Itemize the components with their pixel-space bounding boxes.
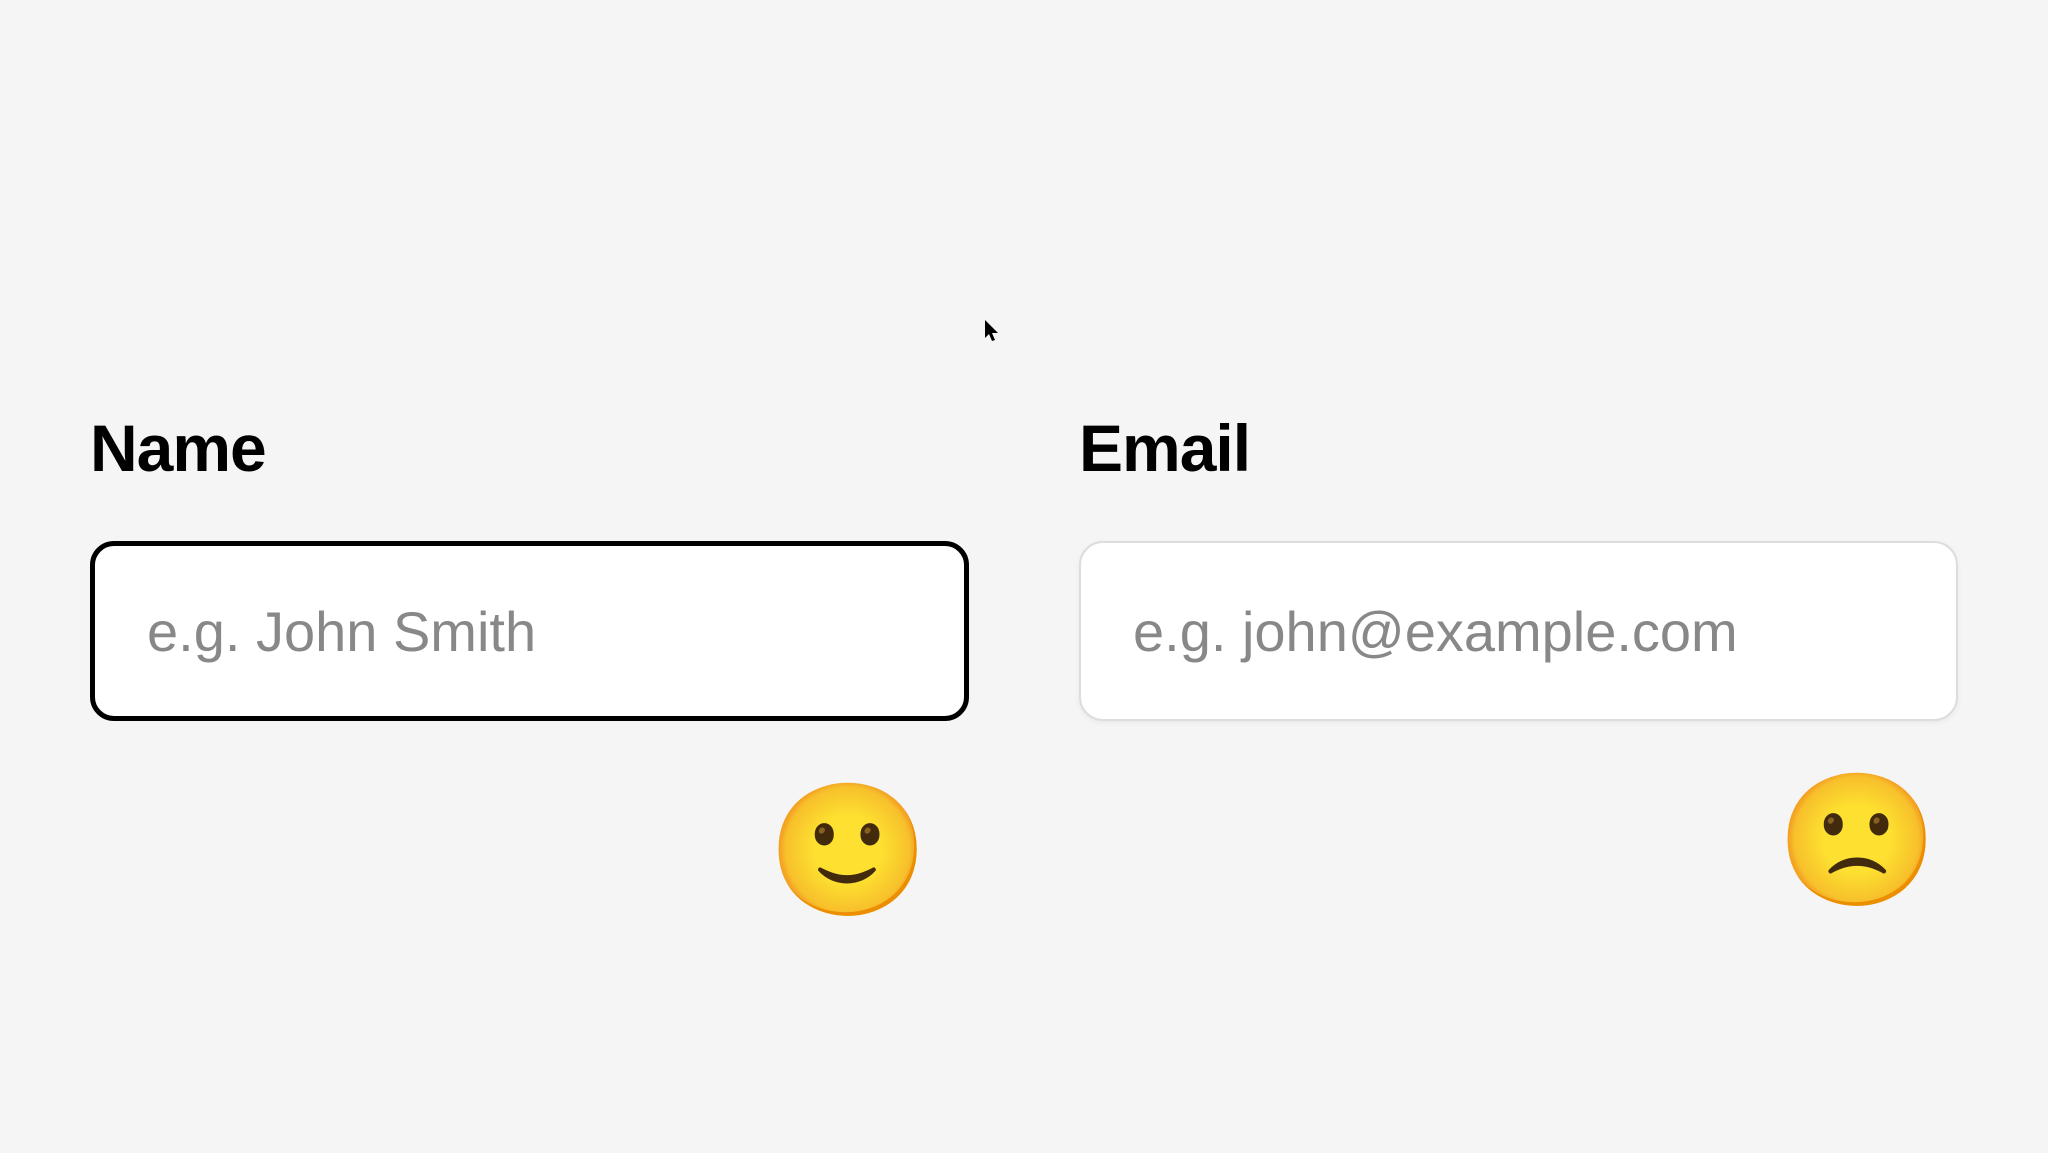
sad-face-icon: 🙁 bbox=[1776, 775, 1938, 905]
name-input[interactable] bbox=[90, 541, 969, 721]
happy-face-icon: 🙂 bbox=[767, 785, 929, 915]
email-field-group: Email 🙁 bbox=[1079, 410, 1958, 721]
name-label: Name bbox=[90, 410, 969, 486]
form-container: Name 🙂 Email 🙁 bbox=[90, 410, 1958, 721]
email-input[interactable] bbox=[1079, 541, 1958, 721]
cursor-icon bbox=[985, 320, 1001, 344]
email-label: Email bbox=[1079, 410, 1958, 486]
name-field-group: Name 🙂 bbox=[90, 410, 969, 721]
